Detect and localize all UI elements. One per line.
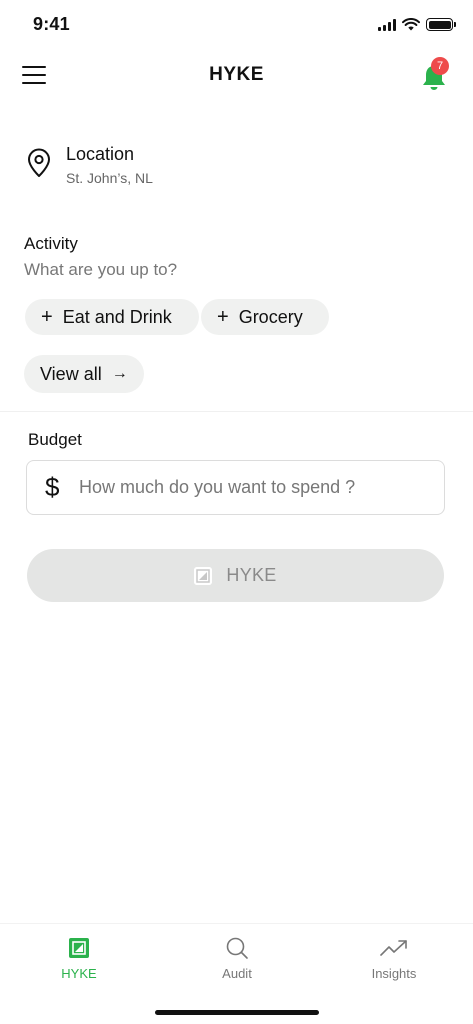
- location-pin-icon: [28, 148, 50, 177]
- notification-badge: 7: [431, 57, 449, 75]
- location-label: Location: [66, 144, 135, 164]
- bottom-nav: HYKE Audit Insights: [0, 923, 473, 1024]
- location-section[interactable]: Location St. John’s, NL: [26, 142, 326, 190]
- notifications-button[interactable]: 7: [420, 57, 449, 92]
- view-all-label: View all: [40, 363, 102, 384]
- activity-subtitle: What are you up to?: [24, 260, 178, 279]
- activity-title: Activity: [24, 234, 78, 253]
- search-icon: [226, 937, 248, 959]
- nav-item-audit[interactable]: Audit: [187, 936, 287, 981]
- plus-icon: +: [217, 305, 229, 328]
- status-icons: [378, 18, 456, 31]
- battery-icon: [426, 18, 456, 31]
- wifi-icon: [402, 18, 420, 31]
- hyke-logo-icon: [194, 566, 213, 585]
- trending-up-icon: [380, 940, 407, 956]
- nav-label: Audit: [222, 966, 252, 981]
- nav-item-insights[interactable]: Insights: [344, 936, 444, 981]
- activity-chip-grocery[interactable]: + Grocery: [201, 299, 329, 335]
- view-all-button[interactable]: View all →: [24, 355, 144, 393]
- budget-title: Budget: [28, 430, 82, 449]
- arrow-right-icon: →: [111, 365, 128, 382]
- chip-label: Eat and Drink: [62, 306, 172, 327]
- activity-chip-eat-and-drink[interactable]: + Eat and Drink: [25, 299, 199, 335]
- hyke-logo-icon: [69, 938, 89, 958]
- budget-input[interactable]: [79, 461, 439, 514]
- app-header: HYKE 7: [0, 50, 473, 100]
- dollar-icon: $: [45, 472, 60, 502]
- section-divider: [0, 411, 473, 412]
- cellular-signal-icon: [378, 18, 396, 31]
- status-time: 9:41: [33, 14, 70, 34]
- hyke-submit-label: HYKE: [226, 565, 277, 585]
- nav-label: Insights: [371, 966, 417, 981]
- plus-icon: +: [41, 305, 53, 328]
- home-indicator: [155, 1010, 319, 1015]
- location-value: St. John’s, NL: [66, 170, 153, 186]
- status-bar: 9:41: [0, 0, 473, 50]
- nav-item-hyke[interactable]: HYKE: [29, 936, 129, 981]
- hyke-submit-button[interactable]: HYKE: [27, 549, 444, 602]
- budget-field[interactable]: $: [26, 460, 445, 515]
- app-title: HYKE: [209, 64, 264, 85]
- chip-label: Grocery: [238, 306, 303, 327]
- nav-label: HYKE: [61, 966, 97, 981]
